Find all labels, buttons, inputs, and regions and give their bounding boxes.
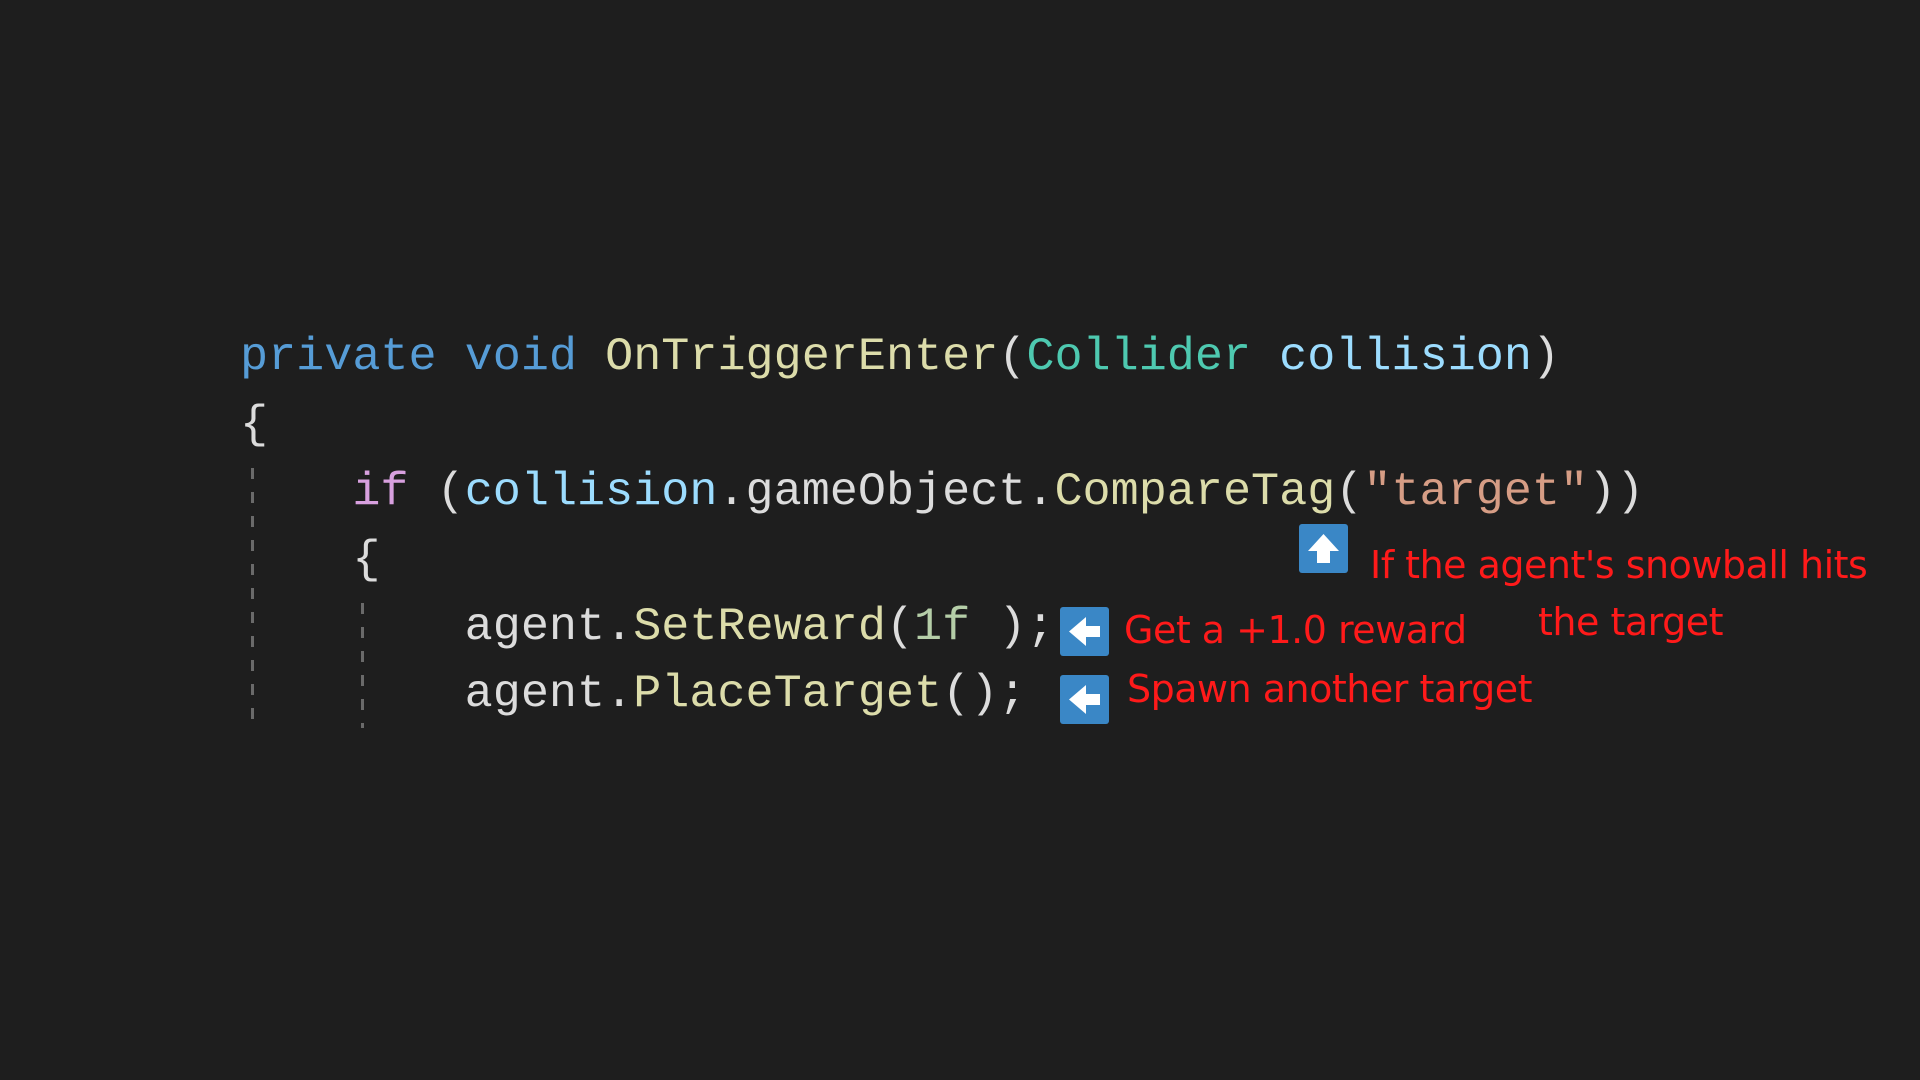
code-token-keyword: void (464, 331, 578, 384)
arrow-left-badge-spawn (1060, 675, 1109, 724)
code-token-control: if (352, 466, 409, 519)
code-token-method: SetReward (633, 601, 886, 654)
code-token-parameter: collision (464, 466, 718, 519)
annotation-spawn: Spawn another target (1127, 667, 1533, 711)
code-token-punctuation: . (605, 601, 634, 654)
arrow-left-badge-reward (1060, 607, 1109, 656)
code-token-keyword: private (240, 331, 437, 384)
code-annotation-screenshot: Message Unity | 0 references private voi… (0, 0, 1920, 1080)
code-token-punctuation: ); (970, 601, 1055, 654)
code-token-plain: agent (464, 601, 606, 654)
annotation-collision-line-1: If the agent's snowball hits (1370, 543, 1868, 587)
code-line-place-target[interactable]: agent.PlaceTarget(); (240, 661, 1027, 728)
code-token-plain: agent (464, 668, 606, 721)
arrow-left-icon (1069, 617, 1100, 646)
code-token-punctuation: . (1026, 466, 1055, 519)
code-line-set-reward[interactable]: agent.SetReward(1f ); (240, 594, 1055, 661)
code-line-if-statement[interactable]: if (collision.gameObject.CompareTag("tar… (240, 459, 1644, 526)
arrow-up-icon (1308, 534, 1339, 563)
code-token-punctuation: ) (1531, 331, 1560, 384)
code-token-punctuation: )) (1588, 466, 1645, 519)
code-token-punctuation: ( (1335, 466, 1364, 519)
code-token-punctuation: ( (885, 601, 915, 654)
code-token-method: CompareTag (1054, 466, 1336, 519)
code-token-punctuation: ( (998, 331, 1027, 384)
code-token-plain: gameObject (745, 466, 1027, 519)
code-token-punctuation: { (240, 399, 269, 452)
code-token-parameter: collision (1279, 331, 1532, 384)
code-token-method: PlaceTarget (633, 668, 943, 721)
code-line-if-open-brace[interactable]: { (240, 527, 380, 594)
annotation-reward: Get a +1.0 reward (1124, 608, 1467, 652)
code-token-type: Collider (1026, 331, 1252, 384)
codelens-hint[interactable]: Message Unity | 0 references (244, 282, 745, 322)
code-token-punctuation: (); (942, 668, 1027, 721)
code-line-method-signature[interactable]: private void OnTriggerEnter(Collider col… (240, 324, 1560, 391)
code-token-punctuation: . (717, 466, 746, 519)
code-token-punctuation: { (352, 534, 381, 587)
arrow-left-icon (1069, 685, 1100, 714)
code-token-number: 1f (914, 601, 971, 654)
code-token-string: "target" (1363, 466, 1589, 519)
arrow-up-badge (1299, 524, 1348, 573)
code-token-punctuation: ( (436, 466, 465, 519)
code-token-punctuation: . (605, 668, 634, 721)
code-line-open-brace[interactable]: { (240, 392, 268, 459)
code-token-method: OnTriggerEnter (605, 331, 999, 384)
annotation-collision-line-2: the target (1538, 600, 1723, 644)
